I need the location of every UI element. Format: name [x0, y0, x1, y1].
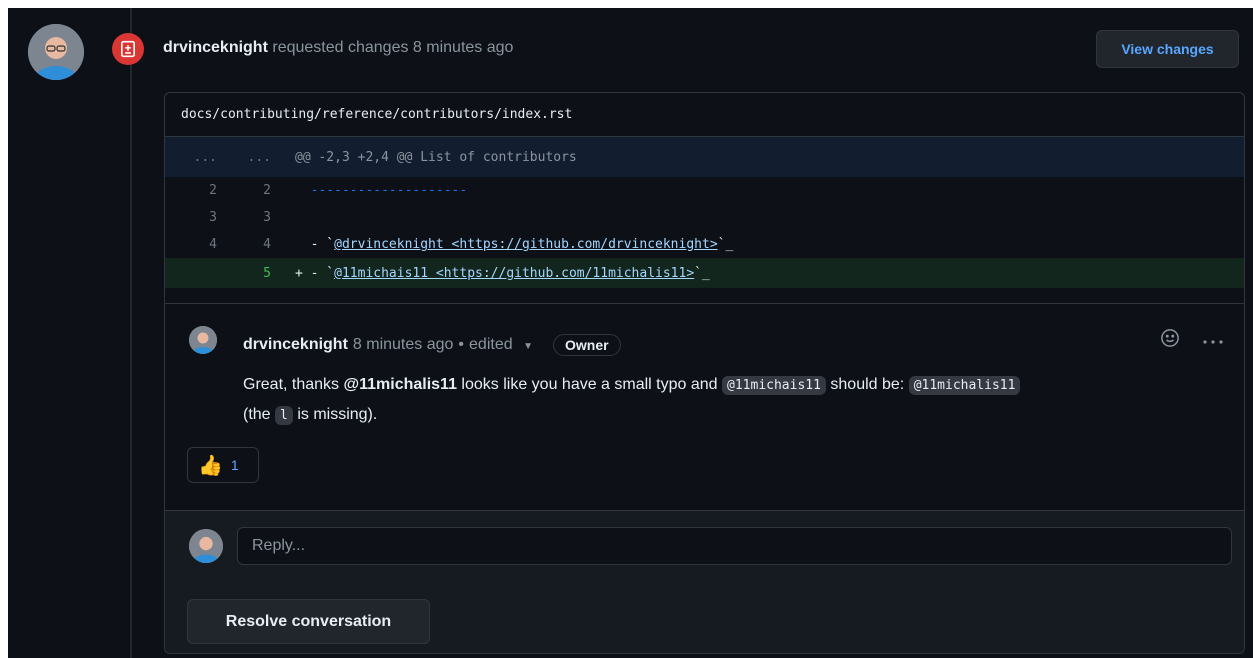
- review-frame: drvinceknight requested changes 8 minute…: [8, 8, 1253, 658]
- diff-row: 3 3: [165, 204, 1244, 231]
- avatar[interactable]: [189, 326, 217, 354]
- comment-text: (the: [243, 406, 271, 423]
- new-line-number[interactable]: 4: [225, 237, 295, 252]
- review-comment: drvinceknight 8 minutes ago • edited ▼ O…: [165, 303, 1244, 510]
- changes-requested-icon: [112, 33, 144, 65]
- thumbs-up-reaction[interactable]: 👍 1: [187, 447, 259, 483]
- diff-row-added: 5 + - `@11michais11 <https://github.com/…: [165, 258, 1244, 288]
- review-header: drvinceknight requested changes 8 minute…: [163, 39, 513, 57]
- inline-code: l: [275, 406, 293, 425]
- review-action: requested changes: [272, 39, 409, 56]
- comment-actions: [1160, 328, 1224, 353]
- comment-text: Great, thanks: [243, 376, 340, 393]
- meta-separator: •: [458, 336, 465, 353]
- inline-code: @11michais11: [722, 376, 826, 395]
- old-line-number[interactable]: 2: [165, 183, 225, 198]
- owner-badge: Owner: [552, 334, 621, 356]
- review-thread: docs/contributing/reference/contributors…: [164, 92, 1245, 654]
- diff-code: - `@drvinceknight <https://github.com/dr…: [295, 237, 734, 252]
- view-changes-button[interactable]: View changes: [1096, 30, 1239, 68]
- diff-code-text: --------------------: [310, 183, 468, 198]
- new-line-number[interactable]: 3: [225, 210, 295, 225]
- avatar: [189, 529, 223, 563]
- file-path[interactable]: docs/contributing/reference/contributors…: [165, 93, 1244, 137]
- hunk-expand-right[interactable]: ...: [225, 150, 295, 165]
- diff-prefix: + - `: [295, 265, 335, 281]
- thumbs-up-icon: 👍: [198, 454, 223, 477]
- diff-row: 2 2 --------------------: [165, 177, 1244, 204]
- diff-table: ... ... @@ -2,3 +2,4 @@ List of contribu…: [165, 137, 1244, 288]
- diff-row: 4 4 - `@drvinceknight <https://github.co…: [165, 231, 1244, 258]
- resolve-conversation-button[interactable]: Resolve conversation: [187, 599, 430, 644]
- hunk-expand-left[interactable]: ...: [165, 150, 225, 165]
- timeline-line: [130, 8, 132, 658]
- reply-input[interactable]: Reply...: [237, 527, 1232, 565]
- old-line-number[interactable]: 3: [165, 210, 225, 225]
- smiley-icon[interactable]: [1160, 328, 1180, 353]
- new-line-number[interactable]: 2: [225, 183, 295, 198]
- diff-code: --------------------: [295, 183, 468, 198]
- file-path-label: docs/contributing/reference/contributors…: [181, 107, 573, 122]
- comment-text: is missing).: [297, 406, 378, 423]
- review-time[interactable]: 8 minutes ago: [413, 39, 514, 56]
- edited-dropdown[interactable]: edited ▼: [469, 336, 533, 354]
- comment-meta: drvinceknight 8 minutes ago • edited ▼ O…: [243, 334, 621, 356]
- diff-suffix: `_: [717, 237, 734, 252]
- kebab-menu-icon[interactable]: [1202, 332, 1224, 350]
- user-mention[interactable]: @11michalis11: [344, 376, 457, 393]
- edited-label: edited: [469, 336, 513, 353]
- comment-body: Great, thanks @11michalis11 looks like y…: [243, 370, 1233, 430]
- inline-code: @11michalis11: [908, 376, 1021, 395]
- diff-code: + - `@11michais11 <https://github.com/11…: [295, 266, 710, 281]
- diff-suffix: `_: [694, 265, 710, 281]
- diff-link[interactable]: @drvinceknight <https://github.com/drvin…: [334, 237, 718, 252]
- comment-text: should be:: [830, 376, 905, 393]
- reply-section: Reply... Resolve conversation: [165, 510, 1244, 653]
- comment-author[interactable]: drvinceknight: [243, 336, 348, 354]
- reaction-count: 1: [230, 457, 239, 473]
- new-line-number[interactable]: 5: [225, 266, 295, 281]
- comment-text: looks like you have a small typo and: [461, 376, 718, 393]
- review-author[interactable]: drvinceknight: [163, 39, 268, 56]
- hunk-header-row: ... ... @@ -2,3 +2,4 @@ List of contribu…: [165, 137, 1244, 177]
- diff-link[interactable]: @11michais11 <https://github.com/11micha…: [334, 266, 694, 281]
- chevron-down-icon: ▼: [523, 341, 533, 352]
- comment-time[interactable]: 8 minutes ago: [353, 336, 454, 354]
- diff-prefix: - `: [295, 237, 335, 252]
- avatar[interactable]: [28, 24, 84, 80]
- hunk-header: @@ -2,3 +2,4 @@ List of contributors: [295, 149, 577, 165]
- old-line-number[interactable]: 4: [165, 237, 225, 252]
